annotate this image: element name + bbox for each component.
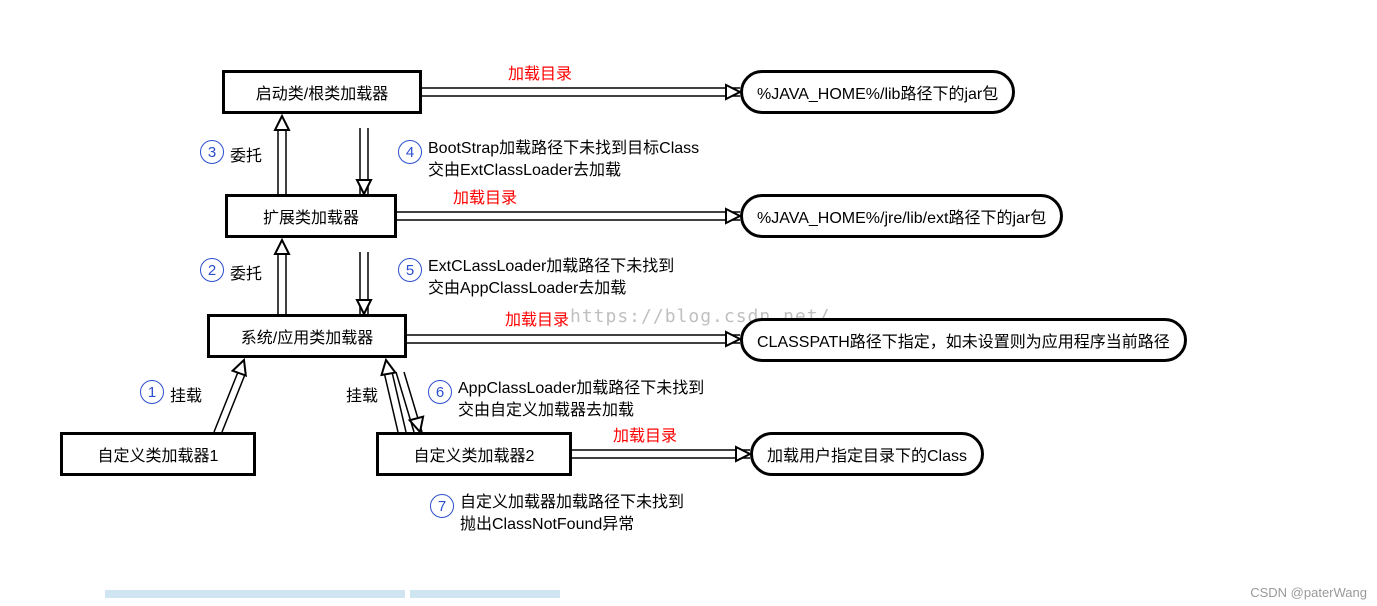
arrow-6-mount-up — [379, 359, 406, 432]
dir-ext: %JAVA_HOME%/jre/lib/ext路径下的jar包 — [740, 194, 1063, 238]
dir-bootstrap-text: %JAVA_HOME%/lib路径下的jar包 — [757, 80, 998, 104]
box-ext-loader: 扩展类加载器 — [225, 194, 397, 238]
step-5-text-a: ExtCLassLoader加载路径下未找到 — [428, 252, 674, 276]
step-2-number: 2 — [200, 258, 224, 282]
step-5-number: 5 — [398, 258, 422, 282]
step-7-text-a: 自定义加载器加载路径下未找到 — [460, 488, 684, 512]
box-bootstrap-label: 启动类/根类加载器 — [256, 80, 388, 104]
step-7-number: 7 — [430, 494, 454, 518]
load-dir-label-1: 加载目录 — [508, 60, 572, 84]
arrow-1-up — [214, 358, 251, 432]
arrow-5-down — [357, 252, 371, 314]
step-6-number: 6 — [428, 380, 452, 404]
box-bootstrap-loader: 启动类/根类加载器 — [222, 70, 422, 114]
load-dir-label-3: 加载目录 — [505, 306, 569, 330]
box-custom1-loader: 自定义类加载器1 — [60, 432, 256, 476]
step-6-text-a: AppClassLoader加载路径下未找到 — [458, 374, 704, 398]
conn-custom2-dir — [572, 447, 750, 461]
box-custom1-label: 自定义类加载器1 — [98, 442, 219, 466]
box-app-label: 系统/应用类加载器 — [241, 324, 373, 348]
step-7-text-b: 抛出ClassNotFound异常 — [460, 510, 634, 534]
step-4-text-b: 交由ExtClassLoader去加载 — [428, 156, 621, 180]
step-3-label: 委托 — [230, 142, 262, 166]
conn-bootstrap-dir — [422, 85, 740, 99]
step-2-label: 委托 — [230, 260, 262, 284]
dir-custom-text: 加载用户指定目录下的Class — [767, 442, 967, 466]
arrow-3-up — [275, 116, 289, 194]
box-app-loader: 系统/应用类加载器 — [207, 314, 407, 358]
step-6-left-label: 挂载 — [346, 382, 378, 406]
load-dir-label-4: 加载目录 — [613, 422, 677, 446]
dir-ext-text: %JAVA_HOME%/jre/lib/ext路径下的jar包 — [757, 204, 1046, 228]
load-dir-label-2: 加载目录 — [453, 184, 517, 208]
conn-app-dir — [407, 332, 740, 346]
arrow-6-down — [396, 372, 427, 434]
dir-custom: 加载用户指定目录下的Class — [750, 432, 984, 476]
step-4-number: 4 — [398, 140, 422, 164]
box-custom2-label: 自定义类加载器2 — [414, 442, 535, 466]
step-1-label: 挂载 — [170, 382, 202, 406]
step-3-number: 3 — [200, 140, 224, 164]
arrows-layer — [0, 0, 1377, 606]
step-6-text-b: 交由自定义加载器去加载 — [458, 396, 634, 420]
conn-ext-dir — [397, 209, 740, 223]
step-4-text-a: BootStrap加载路径下未找到目标Class — [428, 134, 699, 158]
box-ext-label: 扩展类加载器 — [263, 204, 359, 228]
decorative-bottom-bar — [105, 590, 560, 598]
credit-text: CSDN @paterWang — [1250, 585, 1367, 600]
dir-app-text: CLASSPATH路径下指定，如未设置则为应用程序当前路径 — [757, 328, 1170, 352]
step-1-number: 1 — [140, 380, 164, 404]
box-custom2-loader: 自定义类加载器2 — [376, 432, 572, 476]
step-5-text-b: 交由AppClassLoader去加载 — [428, 274, 626, 298]
dir-app: CLASSPATH路径下指定，如未设置则为应用程序当前路径 — [740, 318, 1187, 362]
arrow-2-up — [275, 240, 289, 314]
arrow-4-down — [357, 128, 371, 194]
dir-bootstrap: %JAVA_HOME%/lib路径下的jar包 — [740, 70, 1015, 114]
